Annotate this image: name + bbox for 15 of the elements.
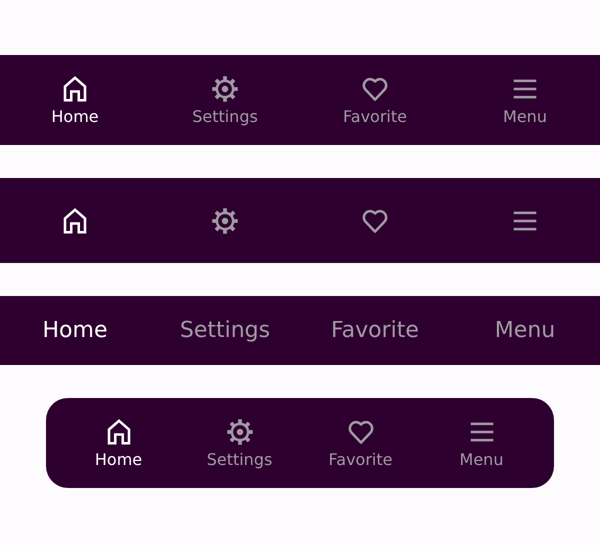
nav-tab[interactable]: Menu [456, 415, 508, 471]
nav-tab[interactable]: Home [47, 72, 103, 128]
nav-tab[interactable]: Settings [188, 72, 262, 128]
gear-icon [210, 74, 240, 104]
nav-tab[interactable]: Favorite [339, 72, 411, 128]
nav-tab[interactable]: Settings [176, 316, 274, 345]
nav-tab[interactable]: Favorite [324, 415, 396, 471]
gear-icon [224, 417, 254, 447]
nav-tab[interactable]: Settings [202, 415, 276, 471]
nav-tab[interactable]: Menu [499, 72, 551, 128]
nav-tab[interactable]: Home [38, 316, 112, 345]
nav-tab[interactable]: Home [90, 415, 146, 471]
nav-tab[interactable]: Favorite [327, 316, 423, 345]
nav-tab[interactable]: Menu [490, 316, 560, 345]
gear-icon [210, 206, 240, 236]
